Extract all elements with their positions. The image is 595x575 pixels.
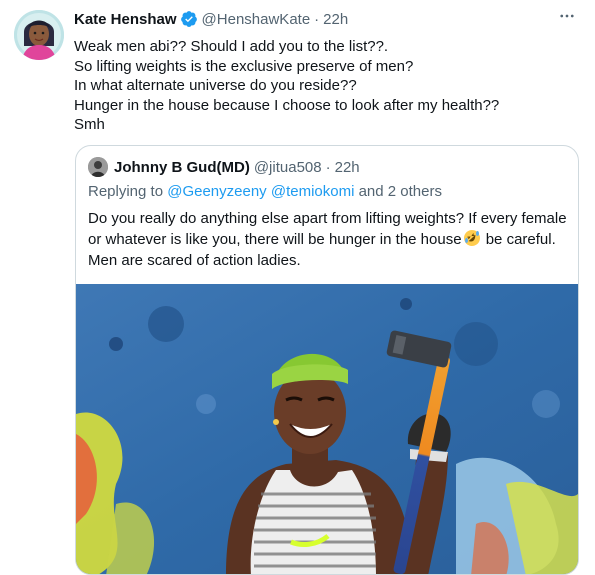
author-avatar[interactable] xyxy=(14,10,64,60)
tweet[interactable]: Kate Henshaw @HenshawKate · 22h Weak men… xyxy=(0,0,595,575)
tweet-text-line: So lifting weights is the exclusive pres… xyxy=(74,57,414,75)
tweet-text-line: Hunger in the house because I choose to … xyxy=(74,96,500,114)
quoted-text-fragment: be careful. xyxy=(481,231,556,248)
quoted-tweet-text: Do you really do anything else apart fro… xyxy=(88,208,573,271)
tweet-timestamp[interactable]: 22h xyxy=(323,11,348,28)
rolling-on-floor-laughing-emoji-icon xyxy=(463,229,481,247)
verified-badge-icon xyxy=(180,10,198,28)
author-handle[interactable]: @HenshawKate xyxy=(202,11,311,28)
tweet-text-line: Weak men abi?? Should I add you to the l… xyxy=(74,38,389,55)
tweet-text: Weak men abi?? Should I add you to the l… xyxy=(74,37,579,135)
quoted-text-fragment: or whatever is like you, there will be h… xyxy=(88,231,462,248)
replying-to-label: Replying to xyxy=(88,183,168,200)
quoted-tweet[interactable]: Johnny B Gud(MD) @jitua508 · 22h Replyin… xyxy=(75,145,579,575)
more-icon[interactable] xyxy=(555,6,579,26)
separator-dot: · xyxy=(314,10,320,28)
mention-link[interactable]: @Geenyzeeny xyxy=(167,183,266,200)
tweet-text-line: Smh xyxy=(74,116,105,133)
mention-link[interactable]: @temiokomi xyxy=(271,183,355,200)
quoted-author-handle[interactable]: @jitua508 xyxy=(254,159,322,176)
quoted-tweet-photo[interactable] xyxy=(76,284,578,574)
quoted-author-avatar[interactable] xyxy=(88,157,108,177)
quoted-text-line: Men are scared of action ladies. xyxy=(88,252,301,269)
quoted-text-line: Do you really do anything else apart fro… xyxy=(88,210,567,227)
quoted-tweet-timestamp[interactable]: 22h xyxy=(335,159,360,176)
replying-to-others: and 2 others xyxy=(354,183,442,200)
tweet-header: Kate Henshaw @HenshawKate · 22h xyxy=(74,9,348,29)
quoted-tweet-header: Johnny B Gud(MD) @jitua508 · 22h xyxy=(88,157,360,177)
quoted-author-name[interactable]: Johnny B Gud(MD) xyxy=(114,159,250,176)
quoted-text-line: or whatever is like you, there will be h… xyxy=(88,229,573,250)
author-name[interactable]: Kate Henshaw xyxy=(74,11,177,28)
tweet-text-line: In what alternate universe do you reside… xyxy=(74,77,357,94)
separator-dot: · xyxy=(325,158,331,176)
replying-to: Replying to @Geenyzeeny @temiokomi and 2… xyxy=(88,183,442,200)
